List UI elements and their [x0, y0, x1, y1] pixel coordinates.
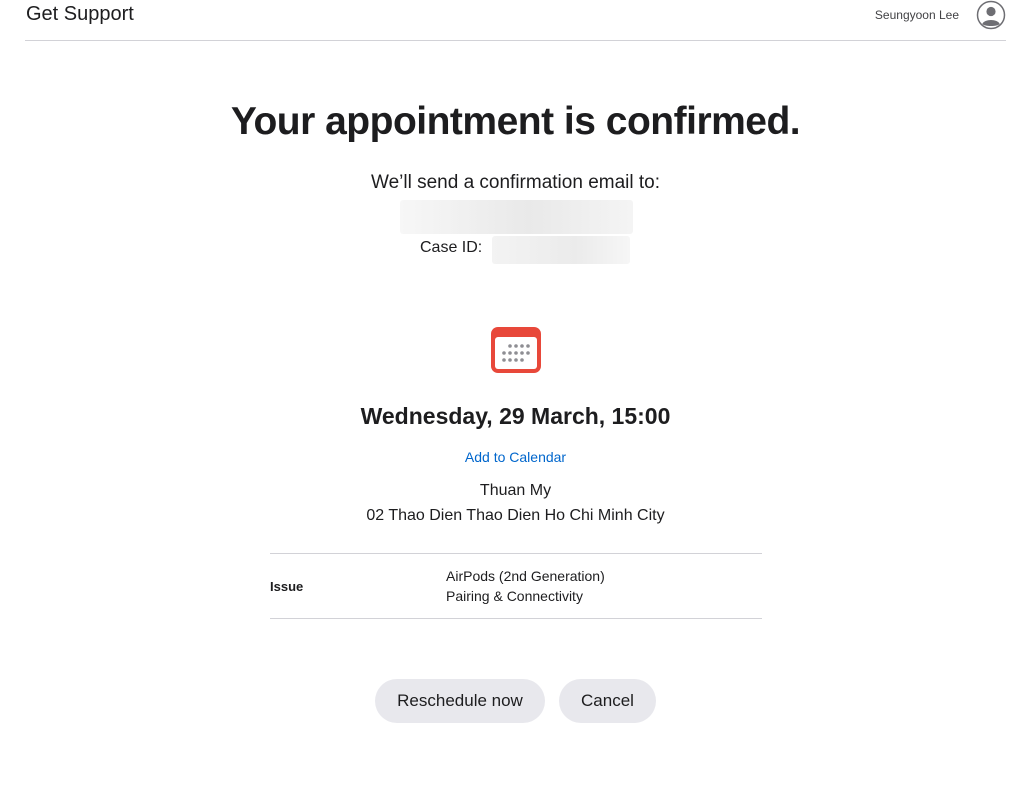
appointment-date-time: Wednesday, 29 March, 15:00: [360, 403, 671, 429]
cancel-button[interactable]: Cancel: [559, 679, 656, 723]
redacted-email: [400, 200, 633, 234]
reschedule-button[interactable]: Reschedule now: [375, 679, 545, 723]
issue-summary: Issue AirPods (2nd Generation) Pairing &…: [270, 553, 762, 619]
confirmation-email-text: We’ll send a confirmation email to:: [371, 172, 660, 193]
confirmation-title: Your appointment is confirmed.: [230, 100, 801, 143]
issue-topic: Pairing & Connectivity: [446, 588, 583, 604]
add-to-calendar-link[interactable]: Add to Calendar: [0, 449, 1031, 465]
issue-product: AirPods (2nd Generation): [446, 568, 605, 584]
redacted-case-id: [492, 236, 630, 264]
user-name[interactable]: Seungyoon Lee: [875, 8, 959, 22]
issue-label: Issue: [270, 579, 304, 594]
case-id-label: Case ID:: [420, 239, 483, 256]
page-brand-title[interactable]: Get Support: [26, 3, 134, 26]
calendar-icon: [491, 327, 541, 373]
store-address: 02 Thao Dien Thao Dien Ho Chi Minh City: [366, 507, 665, 524]
global-header: Get Support Seungyoon Lee: [25, 0, 1006, 41]
user-circle-icon[interactable]: [976, 0, 1006, 30]
store-name: Thuan My: [479, 482, 552, 499]
